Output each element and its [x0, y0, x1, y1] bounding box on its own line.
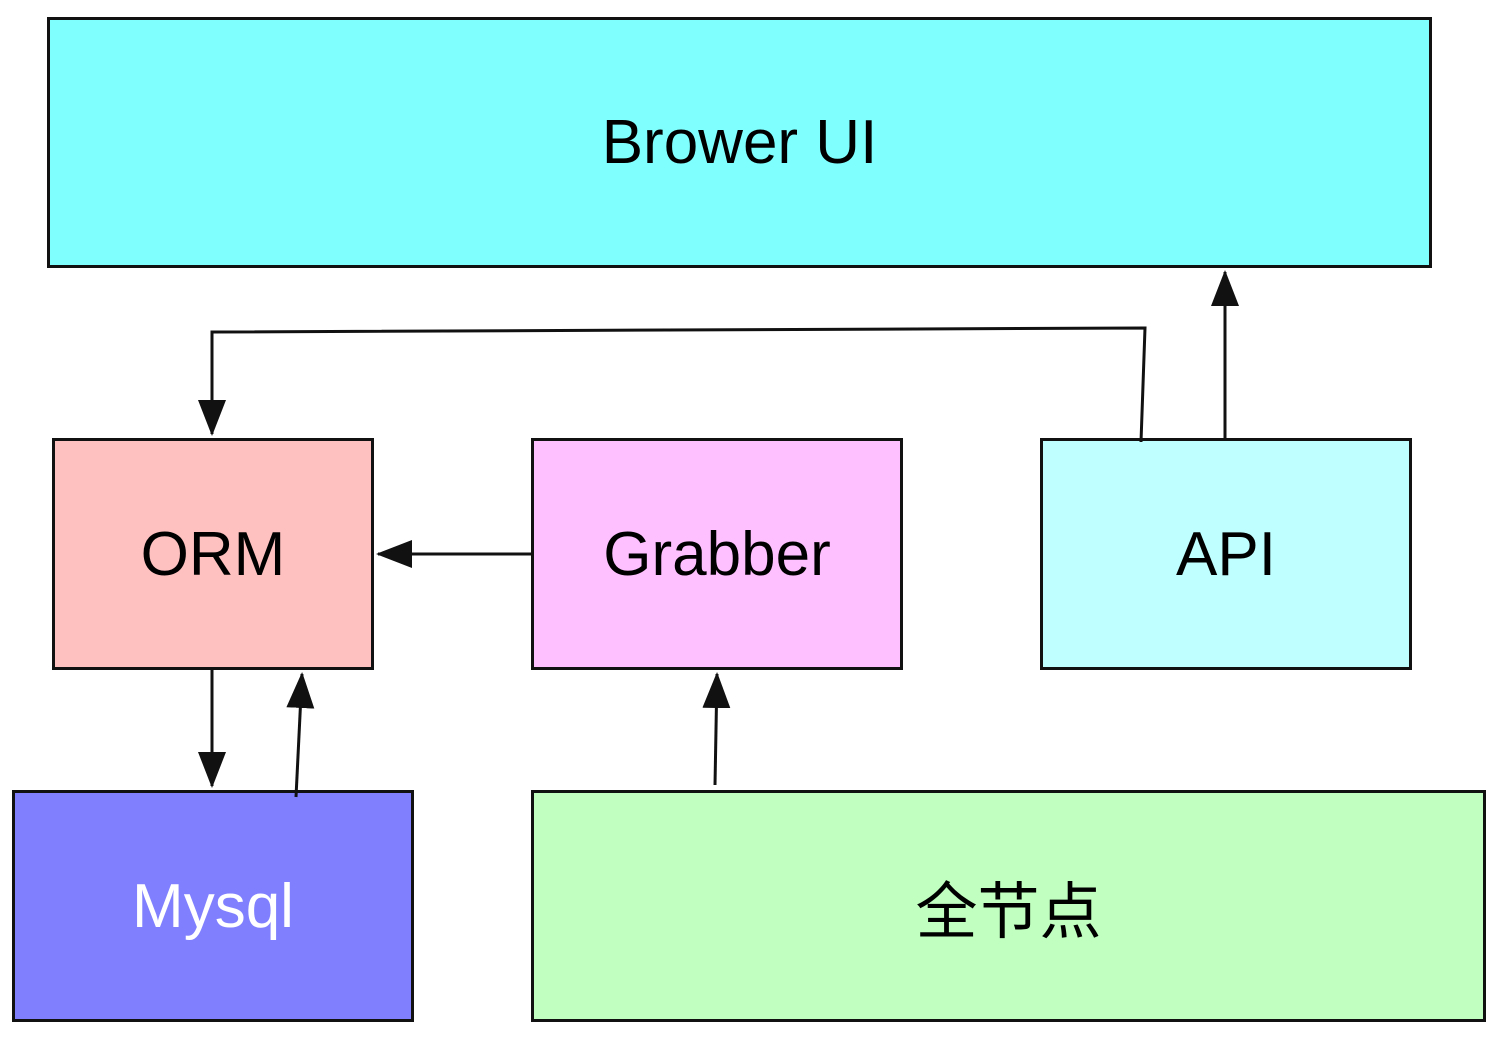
orm-box: ORM [52, 438, 374, 670]
mysql-box: Mysql [12, 790, 414, 1022]
grabber-label: Grabber [603, 519, 831, 589]
arrow-full-node-to-grabber [702, 672, 731, 786]
full-node-box: 全节点 [531, 790, 1486, 1022]
orm-label: ORM [140, 519, 286, 589]
arrow-mysql-to-orm [286, 672, 315, 798]
arrow-api-to-orm [198, 326, 1147, 443]
browser-ui-box: Brower UI [47, 17, 1432, 268]
api-label: API [1176, 519, 1276, 589]
full-node-label: 全节点 [915, 878, 1102, 947]
mysql-label: Mysql [132, 871, 294, 941]
browser-ui-label: Brower UI [601, 108, 878, 177]
api-box: API [1040, 438, 1412, 670]
grabber-box: Grabber [531, 438, 903, 670]
